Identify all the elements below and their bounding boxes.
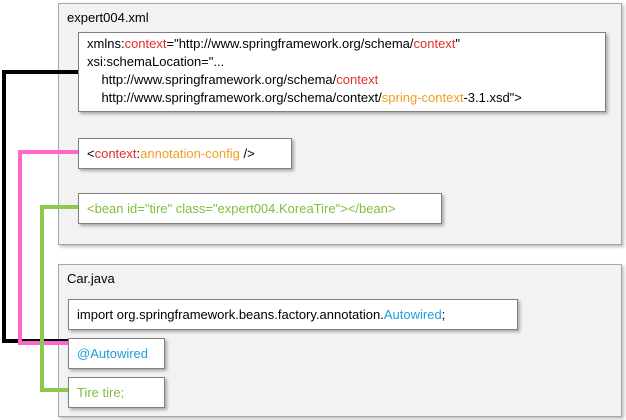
green-connector	[40, 205, 78, 392]
connector-lines	[2, 70, 78, 392]
pink-connector	[18, 150, 78, 345]
